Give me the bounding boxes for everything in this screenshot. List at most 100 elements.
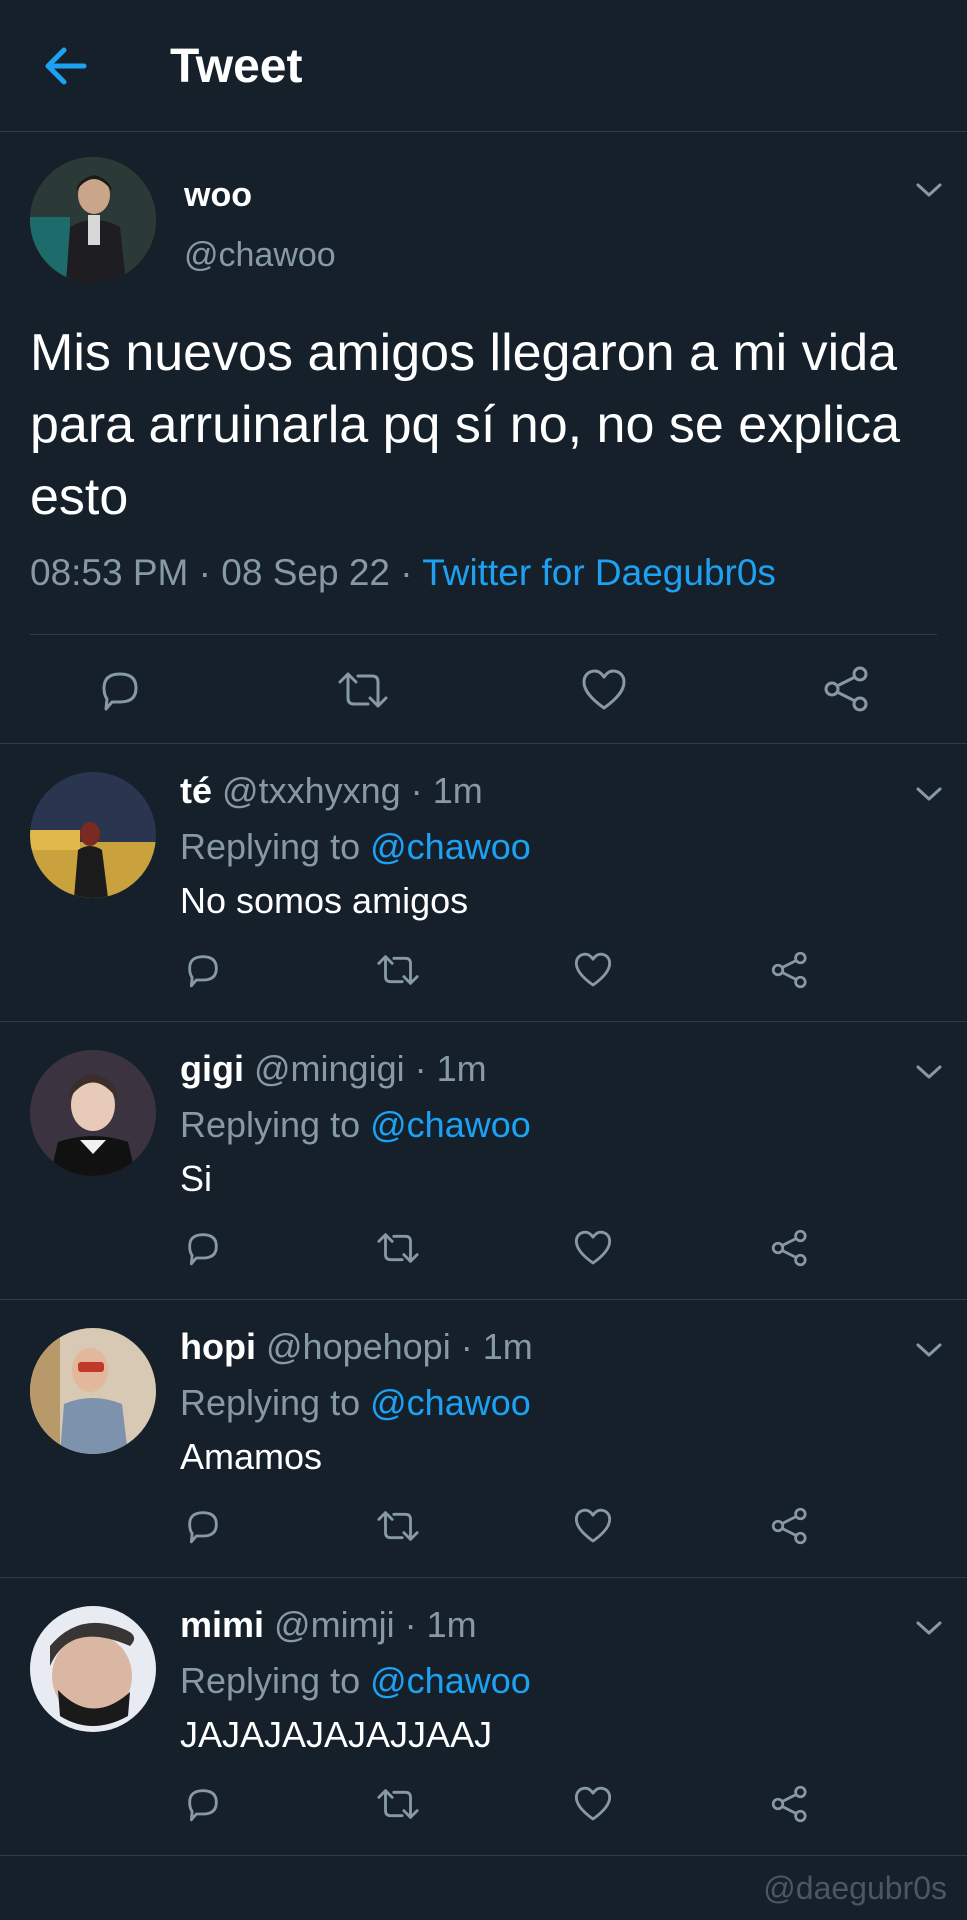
reply-actions xyxy=(0,1506,967,1552)
top-bar: Tweet xyxy=(0,0,967,132)
reply-tweet[interactable]: gigi @mingigi · 1m Replying to @chawoo S… xyxy=(0,1022,967,1300)
reply-author-handle[interactable]: @hopehopi xyxy=(266,1326,451,1367)
retweet-icon xyxy=(377,1233,419,1263)
like-icon xyxy=(574,952,612,987)
reply-author-name[interactable]: té xyxy=(180,770,212,811)
tweet-source-link[interactable]: Twitter for Daegubr0s xyxy=(422,552,776,593)
share-button[interactable] xyxy=(770,1506,810,1546)
share-button[interactable] xyxy=(770,1228,810,1268)
reply-tweet[interactable]: té @txxhyxng · 1m Replying to @chawoo No… xyxy=(0,744,967,1022)
reply-author-name[interactable]: gigi xyxy=(180,1048,244,1089)
author-name[interactable]: woo xyxy=(184,176,252,215)
reply-author-name[interactable]: mimi xyxy=(180,1604,264,1645)
reply-button[interactable] xyxy=(183,950,223,990)
like-button[interactable] xyxy=(580,666,628,714)
reply-text: JAJAJAJAJAJJAAJ xyxy=(180,1714,493,1755)
chevron-down-icon xyxy=(916,183,942,197)
reply-header: gigi @mingigi · 1m xyxy=(180,1048,487,1090)
reply-time: 1m xyxy=(482,1326,533,1367)
reply-header: hopi @hopehopi · 1m xyxy=(180,1326,533,1368)
reply-time: 1m xyxy=(426,1604,477,1645)
like-icon xyxy=(574,1786,612,1821)
replying-to: Replying to @chawoo xyxy=(180,826,531,868)
more-options[interactable] xyxy=(915,1062,943,1082)
reply-button[interactable] xyxy=(96,666,144,714)
reply-text: No somos amigos xyxy=(180,880,469,921)
tweet-time: 08:53 PM xyxy=(30,552,189,593)
share-icon xyxy=(771,951,807,989)
like-button[interactable] xyxy=(573,1506,613,1546)
avatar[interactable] xyxy=(30,1328,156,1454)
reply-icon xyxy=(188,1789,218,1822)
reply-time: 1m xyxy=(436,1048,487,1089)
retweet-icon xyxy=(377,955,419,985)
replying-to: Replying to @chawoo xyxy=(180,1104,531,1146)
more-options[interactable] xyxy=(915,784,943,804)
chevron-down-icon xyxy=(916,1065,942,1079)
mention-link[interactable]: @chawoo xyxy=(370,1382,531,1423)
reply-button[interactable] xyxy=(183,1784,223,1824)
reply-tweet[interactable]: mimi @mimji · 1m Replying to @chawoo JAJ… xyxy=(0,1578,967,1856)
main-tweet: woo @chawoo Mis nuevos amigos llegaron a… xyxy=(0,132,967,744)
tweet-meta: 08:53 PM · 08 Sep 22 · Twitter for Daegu… xyxy=(30,552,776,594)
retweet-button[interactable] xyxy=(375,1784,421,1824)
share-icon xyxy=(771,1785,807,1823)
reply-author-handle[interactable]: @mimji xyxy=(274,1604,395,1645)
retweet-button[interactable] xyxy=(375,950,421,990)
reply-button[interactable] xyxy=(183,1506,223,1546)
back-button[interactable] xyxy=(38,40,94,92)
mention-link[interactable]: @chawoo xyxy=(370,826,531,867)
replying-to: Replying to @chawoo xyxy=(180,1382,531,1424)
more-options[interactable] xyxy=(915,1618,943,1638)
replying-to: Replying to @chawoo xyxy=(180,1660,531,1702)
reply-text: Amamos xyxy=(180,1436,323,1477)
avatar[interactable] xyxy=(30,772,156,898)
reply-button[interactable] xyxy=(183,1228,223,1268)
page-title: Tweet xyxy=(170,40,303,93)
share-icon xyxy=(771,1507,807,1545)
share-icon xyxy=(771,1229,807,1267)
retweet-icon xyxy=(377,1789,419,1819)
reply-icon xyxy=(102,672,138,711)
divider xyxy=(30,634,937,635)
tweet-text: Mis nuevos amigos llegaron a mi vida par… xyxy=(30,324,901,526)
reply-tweet[interactable]: hopi @hopehopi · 1m Replying to @chawoo … xyxy=(0,1300,967,1578)
avatar[interactable] xyxy=(30,157,156,283)
arrow-left-icon xyxy=(45,47,87,85)
retweet-button[interactable] xyxy=(375,1228,421,1268)
mention-link[interactable]: @chawoo xyxy=(370,1660,531,1701)
reply-author-name[interactable]: hopi xyxy=(180,1326,256,1367)
tweet-actions xyxy=(0,662,967,722)
like-button[interactable] xyxy=(573,1784,613,1824)
dot-separator: · xyxy=(410,770,423,811)
replying-prefix: Replying to xyxy=(180,1660,361,1701)
retweet-button[interactable] xyxy=(375,1506,421,1546)
share-icon xyxy=(824,666,868,712)
reply-author-handle[interactable]: @txxhyxng xyxy=(222,770,401,811)
reply-text: Si xyxy=(180,1158,213,1199)
avatar[interactable] xyxy=(30,1050,156,1176)
author-handle[interactable]: @chawoo xyxy=(184,236,336,275)
avatar[interactable] xyxy=(30,1606,156,1732)
reply-header: mimi @mimji · 1m xyxy=(180,1604,477,1646)
dot-separator: · xyxy=(404,1604,417,1645)
retweet-button[interactable] xyxy=(336,666,390,714)
like-icon xyxy=(574,1508,612,1543)
reply-icon xyxy=(188,955,218,988)
like-icon xyxy=(574,1230,612,1265)
meta-separator: · xyxy=(198,552,211,593)
replying-prefix: Replying to xyxy=(180,1104,361,1145)
more-options[interactable] xyxy=(915,1340,943,1360)
more-options[interactable] xyxy=(915,180,943,200)
reply-actions xyxy=(0,1228,967,1274)
mention-link[interactable]: @chawoo xyxy=(370,1104,531,1145)
like-button[interactable] xyxy=(573,950,613,990)
like-button[interactable] xyxy=(573,1228,613,1268)
dot-separator: · xyxy=(414,1048,427,1089)
reply-author-handle[interactable]: @mingigi xyxy=(254,1048,405,1089)
chevron-down-icon xyxy=(916,1343,942,1357)
watermark: @daegubr0s xyxy=(763,1870,947,1906)
share-button[interactable] xyxy=(770,950,810,990)
share-button[interactable] xyxy=(770,1784,810,1824)
share-button[interactable] xyxy=(822,664,872,714)
